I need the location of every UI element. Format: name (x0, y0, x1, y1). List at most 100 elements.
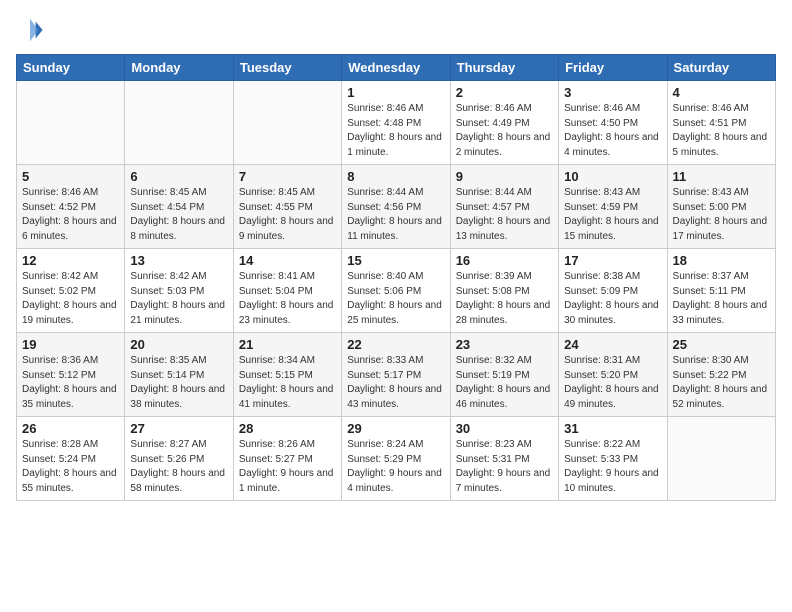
logo (16, 16, 48, 44)
calendar-cell: 3 Sunrise: 8:46 AM Sunset: 4:50 PM Daylig… (559, 81, 667, 165)
day-number: 12 (22, 253, 119, 268)
day-number: 26 (22, 421, 119, 436)
calendar-week-row: 1 Sunrise: 8:46 AM Sunset: 4:48 PM Daylig… (17, 81, 776, 165)
calendar-cell: 31 Sunrise: 8:22 AM Sunset: 5:33 PM Dayli… (559, 417, 667, 501)
calendar-cell (233, 81, 341, 165)
day-info: Sunrise: 8:46 AM Sunset: 4:52 PM Dayligh… (22, 186, 119, 244)
calendar-cell: 13Sunrise: 8:42 AM Sunset: 5:03 PM Dayli… (125, 249, 233, 333)
calendar-cell: 25 Sunrise: 8:30 AM Sunset: 5:22 PM Dayli… (667, 333, 775, 417)
calendar-week-row: 12 Sunrise: 8:42 AM Sunset: 5:02 PM Dayli… (17, 249, 776, 333)
calendar-cell: 12 Sunrise: 8:42 AM Sunset: 5:02 PM Dayli… (17, 249, 125, 333)
weekday-header: Thursday (450, 55, 558, 81)
day-number: 29 (347, 421, 444, 436)
day-info: Sunrise: 8:30 AM Sunset: 5:22 PM Dayligh… (673, 354, 770, 412)
day-info: Sunrise: 8:37 AM Sunset: 5:11 PM Dayligh… (673, 270, 770, 328)
day-number: 22 (347, 337, 444, 352)
day-number: 17 (564, 253, 661, 268)
day-info: Sunrise: 8:44 AM Sunset: 4:57 PM Dayligh… (456, 186, 553, 244)
calendar-cell: 1 Sunrise: 8:46 AM Sunset: 4:48 PM Daylig… (342, 81, 450, 165)
day-info: Sunrise: 8:46 AM Sunset: 4:49 PM Dayligh… (456, 102, 553, 160)
calendar-cell: 4 Sunrise: 8:46 AM Sunset: 4:51 PM Daylig… (667, 81, 775, 165)
day-number: 27 (130, 421, 227, 436)
day-number: 31 (564, 421, 661, 436)
day-info: Sunrise: 8:45 AM Sunset: 4:55 PM Dayligh… (239, 186, 336, 244)
calendar-cell: 28Sunrise: 8:26 AM Sunset: 5:27 PM Dayli… (233, 417, 341, 501)
day-number: 7 (239, 169, 336, 184)
day-number: 25 (673, 337, 770, 352)
day-number: 8 (347, 169, 444, 184)
day-number: 30 (456, 421, 553, 436)
calendar-week-row: 5 Sunrise: 8:46 AM Sunset: 4:52 PM Daylig… (17, 165, 776, 249)
day-number: 20 (130, 337, 227, 352)
day-info: Sunrise: 8:38 AM Sunset: 5:09 PM Dayligh… (564, 270, 661, 328)
day-info: Sunrise: 8:23 AM Sunset: 5:31 PM Dayligh… (456, 438, 553, 496)
calendar-cell (17, 81, 125, 165)
day-info: Sunrise: 8:31 AM Sunset: 5:20 PM Dayligh… (564, 354, 661, 412)
calendar-cell: 8 Sunrise: 8:44 AM Sunset: 4:56 PM Daylig… (342, 165, 450, 249)
day-number: 2 (456, 85, 553, 100)
day-number: 24 (564, 337, 661, 352)
calendar-cell: 9 Sunrise: 8:44 AM Sunset: 4:57 PM Daylig… (450, 165, 558, 249)
day-number: 10 (564, 169, 661, 184)
calendar-cell: 11 Sunrise: 8:43 AM Sunset: 5:00 PM Dayli… (667, 165, 775, 249)
day-number: 3 (564, 85, 661, 100)
day-info: Sunrise: 8:28 AM Sunset: 5:24 PM Dayligh… (22, 438, 119, 496)
day-info: Sunrise: 8:46 AM Sunset: 4:48 PM Dayligh… (347, 102, 444, 160)
calendar-cell: 30 Sunrise: 8:23 AM Sunset: 5:31 PM Dayli… (450, 417, 558, 501)
day-info: Sunrise: 8:35 AM Sunset: 5:14 PM Dayligh… (130, 354, 227, 412)
day-info: Sunrise: 8:46 AM Sunset: 4:50 PM Dayligh… (564, 102, 661, 160)
day-number: 28 (239, 421, 336, 436)
day-number: 23 (456, 337, 553, 352)
weekday-header: Sunday (17, 55, 125, 81)
day-number: 5 (22, 169, 119, 184)
calendar-cell: 7 Sunrise: 8:45 AM Sunset: 4:55 PM Daylig… (233, 165, 341, 249)
day-info: Sunrise: 8:42 AM Sunset: 5:02 PM Dayligh… (22, 270, 119, 328)
calendar: SundayMondayTuesdayWednesdayThursdayFrid… (16, 54, 776, 501)
day-number: 19 (22, 337, 119, 352)
calendar-cell: 23 Sunrise: 8:32 AM Sunset: 5:19 PM Dayli… (450, 333, 558, 417)
day-info: Sunrise: 8:45 AM Sunset: 4:54 PM Dayligh… (130, 186, 227, 244)
day-number: 4 (673, 85, 770, 100)
day-number: 1 (347, 85, 444, 100)
day-number: 13 (130, 253, 227, 268)
calendar-cell: 24 Sunrise: 8:31 AM Sunset: 5:20 PM Dayli… (559, 333, 667, 417)
day-info: Sunrise: 8:32 AM Sunset: 5:19 PM Dayligh… (456, 354, 553, 412)
calendar-cell: 22Sunrise: 8:33 AM Sunset: 5:17 PM Dayli… (342, 333, 450, 417)
calendar-cell: 20 Sunrise: 8:35 AM Sunset: 5:14 PM Dayli… (125, 333, 233, 417)
calendar-cell: 29 Sunrise: 8:24 AM Sunset: 5:29 PM Dayli… (342, 417, 450, 501)
calendar-cell: 5 Sunrise: 8:46 AM Sunset: 4:52 PM Daylig… (17, 165, 125, 249)
day-number: 9 (456, 169, 553, 184)
calendar-cell (667, 417, 775, 501)
day-number: 21 (239, 337, 336, 352)
calendar-week-row: 26 Sunrise: 8:28 AM Sunset: 5:24 PM Dayli… (17, 417, 776, 501)
day-number: 6 (130, 169, 227, 184)
calendar-week-row: 19 Sunrise: 8:36 AM Sunset: 5:12 PM Dayli… (17, 333, 776, 417)
day-info: Sunrise: 8:46 AM Sunset: 4:51 PM Dayligh… (673, 102, 770, 160)
day-number: 14 (239, 253, 336, 268)
day-info: Sunrise: 8:44 AM Sunset: 4:56 PM Dayligh… (347, 186, 444, 244)
weekday-header: Tuesday (233, 55, 341, 81)
day-number: 18 (673, 253, 770, 268)
day-number: 11 (673, 169, 770, 184)
day-info: Sunrise: 8:39 AM Sunset: 5:08 PM Dayligh… (456, 270, 553, 328)
day-info: Sunrise: 8:27 AM Sunset: 5:26 PM Dayligh… (130, 438, 227, 496)
weekday-header: Monday (125, 55, 233, 81)
day-info: Sunrise: 8:24 AM Sunset: 5:29 PM Dayligh… (347, 438, 444, 496)
calendar-cell: 6 Sunrise: 8:45 AM Sunset: 4:54 PM Daylig… (125, 165, 233, 249)
day-info: Sunrise: 8:22 AM Sunset: 5:33 PM Dayligh… (564, 438, 661, 496)
calendar-cell: 21 Sunrise: 8:34 AM Sunset: 5:15 PM Dayli… (233, 333, 341, 417)
day-info: Sunrise: 8:34 AM Sunset: 5:15 PM Dayligh… (239, 354, 336, 412)
calendar-header-row: SundayMondayTuesdayWednesdayThursdayFrid… (17, 55, 776, 81)
calendar-cell: 15Sunrise: 8:40 AM Sunset: 5:06 PM Dayli… (342, 249, 450, 333)
day-info: Sunrise: 8:41 AM Sunset: 5:04 PM Dayligh… (239, 270, 336, 328)
calendar-cell: 19 Sunrise: 8:36 AM Sunset: 5:12 PM Dayli… (17, 333, 125, 417)
calendar-cell: 27 Sunrise: 8:27 AM Sunset: 5:26 PM Dayli… (125, 417, 233, 501)
day-info: Sunrise: 8:43 AM Sunset: 5:00 PM Dayligh… (673, 186, 770, 244)
calendar-cell: 10Sunrise: 8:43 AM Sunset: 4:59 PM Dayli… (559, 165, 667, 249)
weekday-header: Friday (559, 55, 667, 81)
page-header (16, 16, 776, 44)
calendar-cell: 26 Sunrise: 8:28 AM Sunset: 5:24 PM Dayli… (17, 417, 125, 501)
day-number: 16 (456, 253, 553, 268)
day-info: Sunrise: 8:36 AM Sunset: 5:12 PM Dayligh… (22, 354, 119, 412)
weekday-header: Saturday (667, 55, 775, 81)
